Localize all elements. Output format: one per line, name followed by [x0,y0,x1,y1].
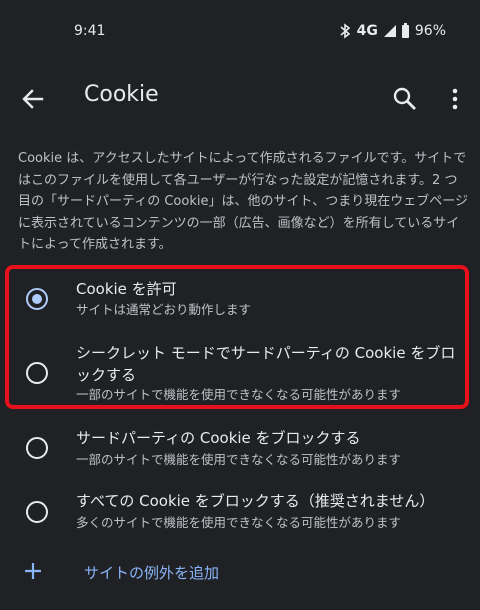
option-title: シークレット モードでサードパーティの Cookie をブロックする [76,344,456,384]
option-block-third-party-incognito[interactable]: シークレット モードでサードパーティの Cookie をブロックする 一部のサイ… [0,338,480,408]
status-bar: 9:41 4G 96% [0,0,480,62]
signal-icon [383,25,396,37]
back-arrow-icon[interactable] [18,84,48,114]
cookie-description: Cookie は、アクセスしたサイトによって作成されるファイルです。サイトではこ… [18,151,468,252]
radio-button-selected[interactable] [26,288,48,310]
add-site-exception-button[interactable]: サイトの例外を追加 [0,552,480,596]
bluetooth-icon [340,23,350,39]
battery-label: 96% [414,23,446,39]
option-subtitle: サイトは通常どおり動作します [76,302,252,317]
radio-button[interactable] [26,501,48,523]
app-bar: Cookie [0,62,480,134]
option-subtitle: 一部のサイトで機能を使用できなくなる可能性があります [76,387,402,402]
plus-icon [25,563,41,579]
radio-button[interactable] [26,362,48,384]
network-label: 4G [356,23,378,39]
option-subtitle: 一部のサイトで機能を使用できなくなる可能性があります [76,452,402,467]
option-subtitle: 多くのサイトで機能を使用できなくなる可能性があります [76,515,402,530]
option-allow-cookies[interactable]: Cookie を許可 サイトは通常どおり動作します [0,272,480,330]
battery-icon [401,22,409,38]
page-title: Cookie [84,82,159,107]
option-block-all[interactable]: すべての Cookie をブロックする（推奨されません） 多くのサイトで機能を使… [0,486,480,540]
more-vert-icon[interactable] [440,84,470,114]
status-time: 9:41 [74,23,106,39]
status-icons: 4G 96% [339,22,446,39]
option-title: Cookie を許可 [76,280,177,298]
radio-button[interactable] [26,437,48,459]
option-block-third-party[interactable]: サードパーティの Cookie をブロックする 一部のサイトで機能を使用できなく… [0,422,480,476]
search-icon[interactable] [390,84,420,114]
option-title: サードパーティの Cookie をブロックする [76,429,361,447]
option-title: すべての Cookie をブロックする（推奨されません） [76,492,435,510]
add-exception-label: サイトの例外を追加 [84,564,220,582]
